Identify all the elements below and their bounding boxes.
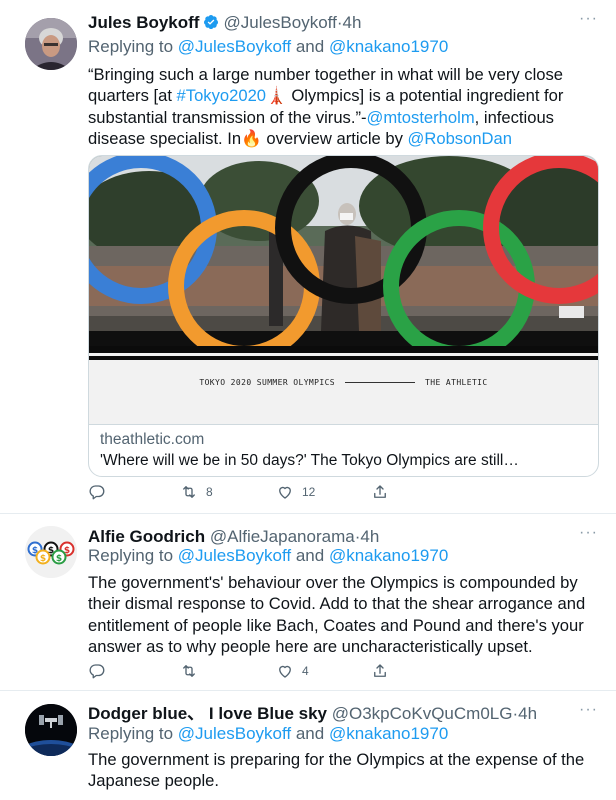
retweet-button[interactable]: 8	[180, 482, 213, 502]
reply-mention[interactable]: @knakano1970	[329, 37, 448, 56]
author-handle[interactable]: @AlfieJapanorama	[210, 527, 355, 546]
replying-label: Replying to	[88, 37, 178, 56]
mention-link[interactable]: @RobsonDan	[408, 129, 512, 148]
author-name[interactable]: Jules Boykoff	[88, 13, 199, 32]
banner-divider	[345, 382, 416, 383]
reply-and: and	[291, 37, 329, 56]
tweet-text: The government's' behaviour over the Oly…	[88, 573, 586, 657]
reply-mention[interactable]: @JulesBoykoff	[178, 546, 291, 565]
like-count: 12	[302, 485, 316, 499]
tweet-header: Dodger blue、 I love Blue sky @O3kpCoKvQu…	[88, 704, 537, 724]
share-icon	[374, 485, 386, 498]
replying-to: Replying to @JulesBoykoff and @knakano19…	[88, 724, 448, 744]
svg-text:$: $	[56, 554, 62, 564]
reply-button[interactable]	[88, 661, 106, 681]
reply-mention[interactable]: @knakano1970	[329, 724, 448, 743]
replying-label: Replying to	[88, 724, 178, 743]
banner-right-label: THE ATHLETIC	[425, 378, 488, 387]
card-domain: theathletic.com	[100, 431, 205, 448]
avatar-photo	[25, 18, 77, 70]
banner-left-label: TOKYO 2020 SUMMER OLYMPICS	[199, 378, 336, 387]
timestamp[interactable]: 4h	[343, 13, 362, 32]
reply-mention[interactable]: @JulesBoykoff	[178, 724, 291, 743]
tweet-actions: 8 12	[88, 482, 388, 504]
card-banner: TOKYO 2020 SUMMER OLYMPICS THE ATHLETIC	[89, 346, 598, 424]
more-icon[interactable]: ···	[579, 701, 598, 719]
svg-text:$: $	[64, 546, 70, 556]
more-icon[interactable]: ···	[579, 524, 598, 542]
verified-icon	[204, 15, 219, 30]
author-handle[interactable]: @JulesBoykoff	[223, 13, 336, 32]
like-count: 4	[302, 664, 309, 678]
tweet-text: The government is preparing for the Olym…	[88, 750, 585, 791]
link-card[interactable]: TOKYO 2020 SUMMER OLYMPICS THE ATHLETIC t…	[88, 155, 599, 477]
author-handle[interactable]: @O3kpCoKvQuCm0LG	[332, 704, 513, 723]
heart-icon	[279, 486, 291, 499]
tweet-text: “Bringing such a large number together i…	[88, 64, 602, 150]
svg-text:$: $	[40, 554, 46, 564]
replying-to: Replying to @JulesBoykoff and @knakano19…	[88, 37, 448, 57]
banner-text: TOKYO 2020 SUMMER OLYMPICS THE ATHLETIC	[89, 378, 598, 387]
reply-button[interactable]	[88, 482, 106, 502]
like-button[interactable]: 4	[276, 661, 309, 681]
retweet-icon	[183, 665, 195, 677]
tweet[interactable]: Jules Boykoff @JulesBoykoff·4h ··· Replyi…	[0, 0, 616, 514]
avatar[interactable]	[25, 704, 77, 756]
avatar-photo	[25, 704, 77, 756]
reply-icon	[89, 485, 105, 500]
tweet[interactable]: $ $ $ $ $ Alfie Goodrich @AlfieJapanoram…	[0, 514, 616, 691]
reply-icon	[89, 664, 105, 679]
tokyo-tower-emoji: 🗼	[266, 86, 287, 106]
share-icon	[374, 664, 386, 677]
timestamp[interactable]: 4h	[360, 527, 379, 546]
share-button[interactable]	[371, 661, 389, 681]
svg-text:$: $	[32, 546, 38, 556]
tweet[interactable]: Dodger blue、 I love Blue sky @O3kpCoKvQu…	[0, 691, 616, 800]
author-name[interactable]: Alfie Goodrich	[88, 527, 205, 546]
tweet-header: Jules Boykoff @JulesBoykoff·4h	[88, 13, 361, 33]
retweet-icon	[183, 486, 195, 498]
timestamp[interactable]: 4h	[518, 704, 537, 723]
avatar-photo: $ $ $ $ $	[25, 526, 77, 578]
tweet-actions: 4	[88, 661, 388, 683]
avatar[interactable]: $ $ $ $ $	[25, 526, 77, 578]
like-button[interactable]: 12	[276, 482, 315, 502]
reply-mention[interactable]: @JulesBoykoff	[178, 37, 291, 56]
share-button[interactable]	[371, 482, 389, 502]
retweet-button[interactable]	[180, 661, 198, 681]
reply-and: and	[291, 546, 329, 565]
reply-and: and	[291, 724, 329, 743]
replying-label: Replying to	[88, 546, 178, 565]
card-title: 'Where will we be in 50 days?' The Tokyo…	[100, 452, 519, 469]
svg-text:$: $	[48, 546, 54, 556]
mention-link[interactable]: @mtosterholm	[367, 108, 475, 127]
avatar[interactable]	[25, 18, 77, 70]
author-name[interactable]: Dodger blue、 I love Blue sky	[88, 704, 327, 723]
banner-rule	[89, 356, 598, 360]
reply-mention[interactable]: @knakano1970	[329, 546, 448, 565]
banner-rule	[89, 346, 598, 353]
replying-to: Replying to @JulesBoykoff and @knakano19…	[88, 546, 448, 566]
card-image	[89, 156, 598, 346]
tweet-header: Alfie Goodrich @AlfieJapanorama·4h	[88, 527, 379, 547]
fire-emoji: 🔥	[241, 129, 262, 149]
hashtag-link[interactable]: #Tokyo2020	[177, 86, 267, 105]
heart-icon	[279, 665, 291, 678]
text-segment: overview article by	[261, 129, 408, 149]
more-icon[interactable]: ···	[579, 10, 598, 28]
retweet-count: 8	[206, 485, 213, 499]
card-meta: theathletic.com 'Where will we be in 50 …	[89, 424, 598, 476]
